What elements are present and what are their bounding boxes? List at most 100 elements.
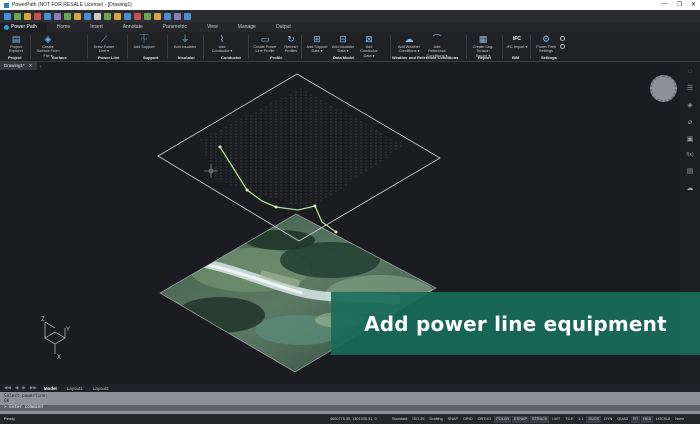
- status-toggle[interactable]: LOCKUI: [654, 416, 672, 423]
- status-ready: Ready: [4, 417, 15, 421]
- quick-access-icon[interactable]: [14, 13, 21, 20]
- ribbon-button-insulator[interactable]: ⏚ Add Insulator: [173, 34, 197, 49]
- ribbon-button-label: Add Conductor Data ▾: [360, 45, 378, 58]
- tab-output[interactable]: Output: [266, 23, 301, 32]
- ifc-icon: IFC: [512, 36, 522, 42]
- profile-icon: ▭: [260, 34, 270, 44]
- status-toggle[interactable]: POLAR: [494, 415, 512, 423]
- status-toggle[interactable]: ISO-25: [410, 416, 426, 423]
- quick-access-icon[interactable]: [4, 13, 11, 20]
- quick-access-icon[interactable]: [54, 13, 61, 20]
- maximize-button[interactable]: ❐: [677, 1, 682, 8]
- status-toggle[interactable]: QUAD: [615, 416, 630, 423]
- close-button[interactable]: ✕: [691, 1, 696, 8]
- layers-icon[interactable]: ◈: [687, 101, 692, 109]
- support-point[interactable]: [274, 205, 278, 209]
- status-toggle[interactable]: TILE: [563, 416, 575, 423]
- quick-access-icon[interactable]: [114, 13, 121, 20]
- new-tab-button[interactable]: +: [40, 64, 43, 69]
- support-point[interactable]: [334, 230, 338, 234]
- attach-icon[interactable]: ⌀: [688, 118, 692, 126]
- next-layout-arrow[interactable]: ▶: [22, 385, 25, 391]
- ribbon-button-tower[interactable]: ⏇ Add Support: [132, 34, 156, 49]
- support-point[interactable]: [218, 145, 222, 149]
- ribbon-panel: ▤ Project Explorer ◈ Create Surface From Fi…: [0, 32, 700, 62]
- first-layout-arrow[interactable]: ◀◀: [4, 385, 11, 391]
- status-toggle[interactable]: RT: [631, 415, 641, 423]
- ribbon-button-refresh[interactable]: ↻ Refresh Profiles: [279, 34, 303, 54]
- status-toggle[interactable]: DUCS: [586, 415, 602, 423]
- axis-label-z: Z: [41, 317, 45, 323]
- formula-icon[interactable]: f(x): [686, 152, 693, 158]
- quick-access-icon[interactable]: [164, 13, 171, 20]
- quick-access-icon[interactable]: [34, 13, 41, 20]
- status-toggle[interactable]: ESNAP: [512, 415, 529, 423]
- minimize-button[interactable]: —: [662, 1, 668, 8]
- status-toggle[interactable]: ORTHO: [476, 416, 494, 423]
- quick-access-icon[interactable]: [74, 13, 81, 20]
- ribbon-button-insulator-data[interactable]: ⊟ Add Insulator Data ▾: [331, 34, 355, 54]
- tab-insert[interactable]: Insert: [80, 23, 113, 32]
- quick-access-icon[interactable]: [124, 13, 131, 20]
- quick-access-icon[interactable]: [154, 13, 161, 20]
- ribbon-button-settings[interactable]: ⚙ Power Path Settings: [534, 34, 558, 54]
- tab-view[interactable]: View: [197, 23, 228, 32]
- quick-access-icon[interactable]: [104, 13, 111, 20]
- prev-layout-arrow[interactable]: ◀: [15, 385, 18, 391]
- quick-access-icon[interactable]: [174, 13, 181, 20]
- status-toggle[interactable]: Drafting: [427, 416, 444, 423]
- status-bar: Ready 4600775.35, 1301305.31, 0 Standard…: [0, 414, 700, 424]
- support-point[interactable]: [245, 188, 249, 192]
- status-toggle[interactable]: 1:1: [576, 416, 585, 423]
- tab-power-path[interactable]: Power Path: [0, 23, 47, 32]
- status-toggle[interactable]: Standard: [390, 416, 409, 423]
- ribbon-option-icon[interactable]: [560, 44, 565, 49]
- quick-access-icon[interactable]: [94, 13, 101, 20]
- tab-layout1[interactable]: Layout1: [64, 386, 86, 391]
- tab-parametric[interactable]: Parametric: [153, 23, 197, 32]
- quick-access-icon[interactable]: [24, 13, 31, 20]
- last-layout-arrow[interactable]: ▶▶: [30, 385, 37, 391]
- close-tab-icon[interactable]: ✕: [29, 62, 33, 70]
- blocks-icon[interactable]: ▣: [687, 135, 694, 143]
- ribbon-group-label: Power Line: [98, 55, 120, 60]
- status-toggle[interactable]: LWT: [550, 416, 562, 423]
- data-icon[interactable]: ▤: [687, 167, 694, 175]
- document-tab-drawing1[interactable]: Drawing1* ✕: [0, 62, 37, 70]
- status-toggle[interactable]: None: [673, 416, 686, 423]
- ribbon-button-conductor-data[interactable]: ⊠ Add Conductor Data ▾: [357, 34, 381, 58]
- tab-model[interactable]: Model: [41, 386, 60, 391]
- axis-label-y: Y: [66, 327, 70, 333]
- ribbon-button-ifc[interactable]: IFC IFC Import ▾: [505, 34, 529, 49]
- cloud-icon[interactable]: ☁: [687, 184, 694, 192]
- status-toggle[interactable]: STRACK: [530, 415, 550, 423]
- command-input[interactable]: > Enter command: [0, 405, 700, 411]
- quick-access-icon[interactable]: [64, 13, 71, 20]
- tab-home[interactable]: Home: [47, 23, 80, 32]
- status-toggle[interactable]: SNAP: [446, 416, 460, 423]
- ribbon-button-weather[interactable]: ☁ Add Weather Conditions ▾: [397, 34, 421, 54]
- properties-icon[interactable]: ☰: [687, 84, 693, 92]
- status-toggle[interactable]: GRID: [461, 416, 475, 423]
- ribbon-button-folder[interactable]: ▤ Project Explorer: [4, 34, 28, 54]
- quick-access-icon[interactable]: [134, 13, 141, 20]
- tab-annotate[interactable]: Annotate: [113, 23, 153, 32]
- tab-manage[interactable]: Manage: [228, 23, 266, 32]
- quick-access-icon[interactable]: [184, 13, 191, 20]
- support-point[interactable]: [313, 204, 317, 208]
- insulator-icon: ⏚: [180, 34, 190, 44]
- ribbon-button-power-line[interactable]: ⟋ Draw Power Line ▾: [92, 34, 116, 54]
- quick-access-icon[interactable]: [44, 13, 51, 20]
- status-toggle[interactable]: HKA: [641, 415, 654, 423]
- quick-access-icon[interactable]: [144, 13, 151, 20]
- status-toggle[interactable]: DYN: [602, 416, 614, 423]
- tab-layout2[interactable]: Layout2: [90, 386, 112, 391]
- ribbon-button-label: Power Path Settings: [536, 45, 556, 54]
- lightbulb-icon[interactable]: ◌: [688, 68, 692, 75]
- quick-access-icon[interactable]: [84, 13, 91, 20]
- ribbon-button-support-data[interactable]: ⊞ Add Support Data ▾: [305, 34, 329, 54]
- ribbon-button-profile[interactable]: ▭ Create Power Line Profile: [253, 34, 277, 54]
- ribbon-option-icon[interactable]: [560, 36, 565, 41]
- ribbon-button-conductor[interactable]: ⌇ Add Conductor ▾: [210, 34, 234, 54]
- view-navigation-cube[interactable]: [650, 75, 677, 102]
